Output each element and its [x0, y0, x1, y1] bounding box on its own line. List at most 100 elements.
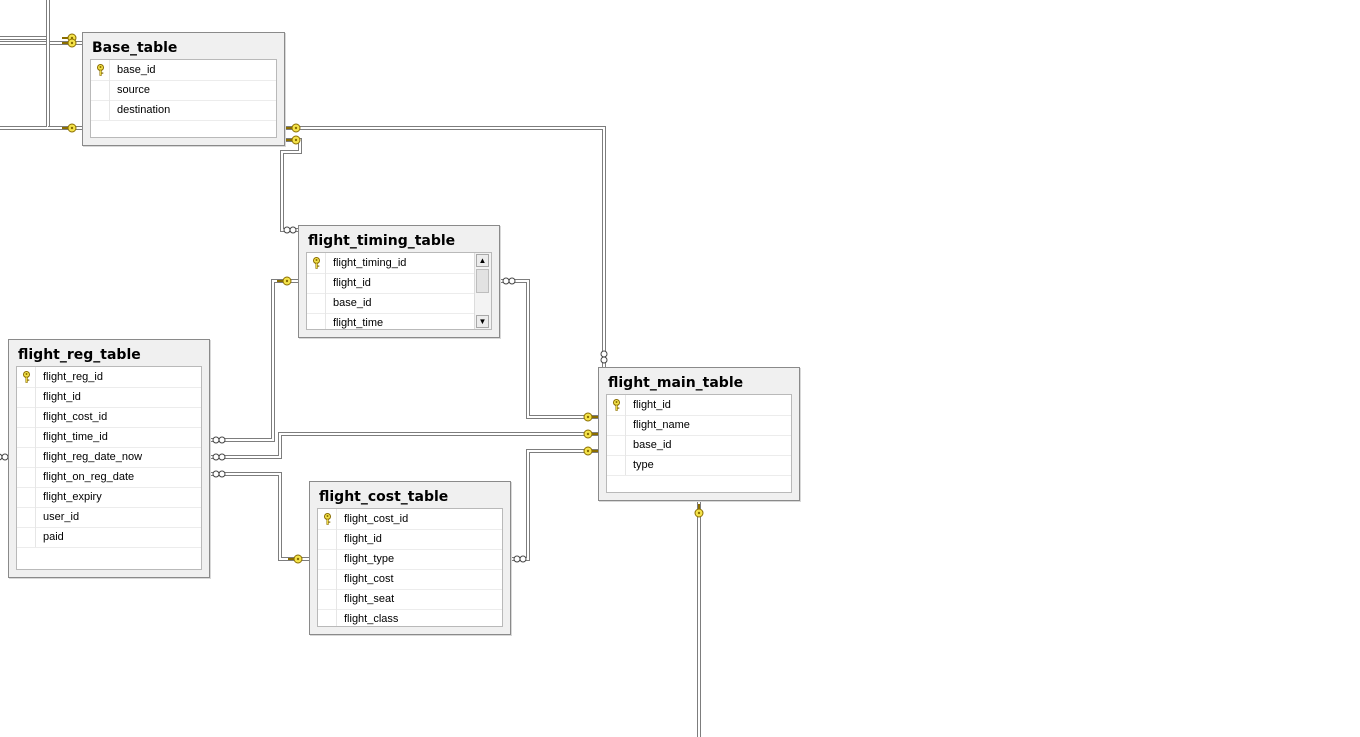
- rel-base-timing[interactable]: [280, 138, 302, 232]
- one-end-key-icon: [583, 429, 598, 439]
- table-title[interactable]: flight_reg_table: [18, 347, 141, 363]
- column-row[interactable]: flight_seat: [318, 589, 502, 610]
- one-end-key-icon: [62, 123, 77, 133]
- row-selector[interactable]: [91, 80, 110, 100]
- row-selector[interactable]: [17, 367, 36, 387]
- column-row[interactable]: flight_on_reg_date: [17, 467, 201, 488]
- column-name: user_id: [43, 511, 80, 523]
- primary-key-icon: [97, 64, 104, 76]
- column-row[interactable]: source: [91, 80, 276, 101]
- rel-timing-reg[interactable]: [210, 279, 298, 442]
- row-selector[interactable]: [318, 509, 337, 529]
- row-selector[interactable]: [17, 427, 36, 447]
- many-end-icon: [0, 453, 9, 461]
- column-name: flight_cost_id: [344, 513, 409, 525]
- column-row[interactable]: paid: [17, 527, 201, 548]
- rel-main-cost[interactable]: [511, 449, 598, 561]
- row-selector[interactable]: [17, 407, 36, 427]
- one-end-key-icon: [62, 33, 77, 43]
- vertical-scrollbar[interactable]: ▲ ▼: [474, 253, 491, 329]
- column-name: source: [117, 84, 151, 96]
- column-name: flight_id: [43, 391, 81, 403]
- column-row[interactable]: flight_type: [318, 549, 502, 570]
- column-row[interactable]: flight_reg_id: [17, 367, 201, 388]
- column-row[interactable]: flight_cost_id: [318, 509, 502, 530]
- column-name: flight_id: [344, 533, 382, 545]
- scroll-down-button[interactable]: ▼: [476, 315, 489, 328]
- row-selector[interactable]: [318, 609, 337, 626]
- row-selector[interactable]: [307, 273, 326, 293]
- row-selector[interactable]: [607, 435, 626, 455]
- table-title[interactable]: Base_table: [92, 40, 177, 56]
- many-end-icon: [600, 350, 608, 364]
- column-row[interactable]: flight_expiry: [17, 487, 201, 508]
- row-selector[interactable]: [17, 527, 36, 547]
- column-row[interactable]: flight_name: [607, 415, 791, 436]
- column-name: paid: [43, 531, 64, 543]
- column-name: flight_cost_id: [43, 411, 108, 423]
- primary-key-icon: [324, 513, 331, 525]
- column-row[interactable]: user_id: [17, 507, 201, 528]
- column-row[interactable]: flight_time_id: [17, 427, 201, 448]
- row-selector[interactable]: [607, 455, 626, 475]
- rel-offscreen-1[interactable]: [0, 0, 50, 40]
- table-main[interactable]: flight_main_table flight_id flight_namebas…: [598, 367, 800, 501]
- row-selector[interactable]: [318, 569, 337, 589]
- column-row[interactable]: flight_cost_id: [17, 407, 201, 428]
- row-selector[interactable]: [17, 487, 36, 507]
- column-row[interactable]: flight_id: [607, 395, 791, 416]
- table-base[interactable]: Base_table base_idsource destination: [82, 32, 285, 146]
- column-row[interactable]: type: [607, 455, 791, 476]
- row-selector[interactable]: [17, 467, 36, 487]
- row-selector[interactable]: [307, 313, 326, 329]
- column-row[interactable]: flight_id: [17, 387, 201, 408]
- column-row[interactable]: flight_id: [318, 529, 502, 550]
- column-name: flight_name: [633, 419, 690, 431]
- rel-cost-reg[interactable]: [210, 472, 309, 561]
- rel-base-timing-inner: [281, 139, 301, 231]
- row-selector[interactable]: [17, 447, 36, 467]
- row-selector[interactable]: [91, 60, 110, 80]
- column-row[interactable]: base_id: [91, 60, 276, 81]
- column-row[interactable]: flight_timing_id: [307, 253, 474, 274]
- column-row[interactable]: flight_reg_date_now: [17, 447, 201, 468]
- table-title[interactable]: flight_cost_table: [319, 489, 448, 505]
- rel-main-timing-inner: [500, 280, 598, 418]
- row-selector[interactable]: [17, 507, 36, 527]
- row-selector[interactable]: [307, 253, 326, 273]
- column-list: flight_timing_id flight_id base_id flight_t…: [306, 252, 492, 330]
- column-row[interactable]: flight_class: [318, 609, 502, 626]
- column-row[interactable]: base_id: [607, 435, 791, 456]
- row-selector[interactable]: [307, 293, 326, 313]
- rel-main-timing[interactable]: [500, 279, 598, 419]
- table-reg[interactable]: flight_reg_table flight_reg_id flight_idfl…: [8, 339, 210, 578]
- column-name: flight_expiry: [43, 491, 102, 503]
- rel-main-reg-inner: [210, 433, 598, 458]
- rel-main-reg[interactable]: [210, 432, 598, 459]
- scroll-thumb[interactable]: [476, 269, 489, 293]
- row-selector[interactable]: [91, 100, 110, 120]
- column-row[interactable]: flight_time: [307, 313, 474, 329]
- diagram-canvas[interactable]: Base_table base_id source destination flight…: [0, 0, 1360, 737]
- row-selector[interactable]: [17, 387, 36, 407]
- column-name: flight_reg_id: [43, 371, 103, 383]
- column-row[interactable]: destination: [91, 100, 276, 121]
- table-title[interactable]: flight_timing_table: [308, 233, 455, 249]
- column-row[interactable]: base_id: [307, 293, 474, 314]
- row-selector[interactable]: [607, 415, 626, 435]
- one-end-key-icon: [583, 412, 598, 422]
- rel-offscreen-3[interactable]: [0, 0, 50, 130]
- table-title[interactable]: flight_main_table: [608, 375, 743, 391]
- column-row[interactable]: flight_id: [307, 273, 474, 294]
- table-timing[interactable]: flight_timing_table flight_timing_id fligh…: [298, 225, 500, 338]
- column-row[interactable]: flight_cost: [318, 569, 502, 590]
- row-selector[interactable]: [318, 529, 337, 549]
- table-cost[interactable]: flight_cost_table flight_cost_id flight_id…: [309, 481, 511, 635]
- row-selector[interactable]: [318, 589, 337, 609]
- column-name: flight_on_reg_date: [43, 471, 135, 483]
- column-list: base_idsource destination: [90, 59, 277, 138]
- column-name: flight_time: [333, 317, 384, 329]
- row-selector[interactable]: [318, 549, 337, 569]
- row-selector[interactable]: [607, 395, 626, 415]
- scroll-up-button[interactable]: ▲: [476, 254, 489, 267]
